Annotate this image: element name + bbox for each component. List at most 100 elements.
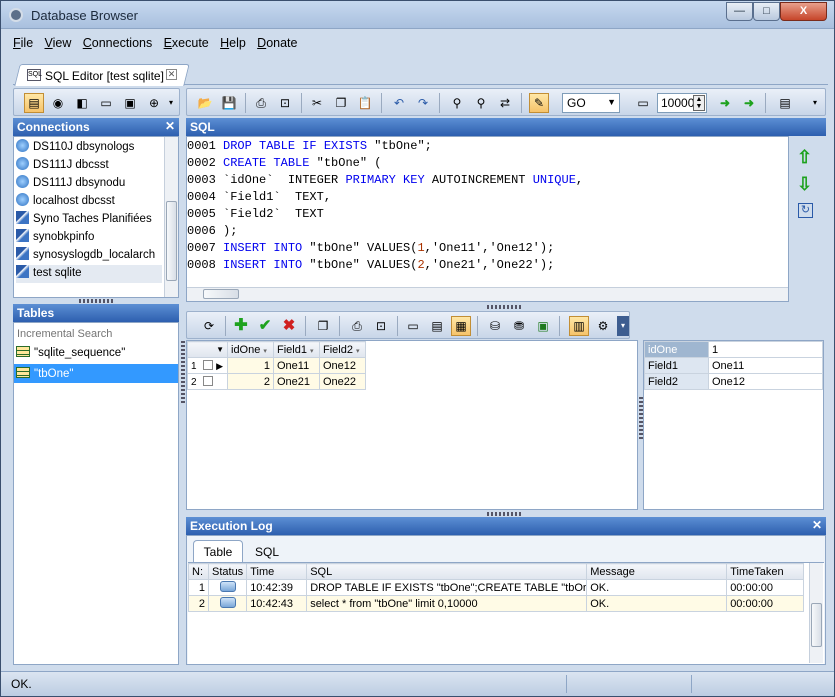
menu-donate[interactable]: Donate [257,36,297,50]
results-grid: ▼ idOne ▾ Field1 ▾ Field2 ▾ 1 ▶ 1 One11 … [186,340,638,510]
connection-item[interactable]: DS111J dbcsst [16,157,162,175]
column-header[interactable]: Field1 ▾ [273,341,320,358]
add-connection-icon[interactable]: ⊕ [144,93,164,113]
row-checkbox[interactable] [203,375,214,386]
maximize-button[interactable]: □ [753,2,780,21]
connection-item[interactable]: Syno Taches Planifiées [16,211,162,229]
refresh-results-icon[interactable]: ⟳ [199,316,219,336]
toolbar-overflow-icon[interactable]: ▾ [165,93,177,113]
log-scrollbar[interactable] [809,563,823,663]
log-tab-table[interactable]: Table [193,540,243,562]
undo-icon[interactable]: ↶ [389,93,409,113]
menu-execute[interactable]: Execute [164,36,209,50]
columns-icon[interactable]: ▥ [569,316,589,336]
connection-item-selected[interactable]: test sqlite [16,265,162,283]
close-panel-icon[interactable]: ✕ [165,119,175,133]
connection-item[interactable]: synosyslogdb_localarch [16,247,162,265]
refresh-connection-icon[interactable]: ◉ [48,93,68,113]
minimize-button[interactable]: — [726,2,753,21]
scroll-thumb[interactable] [811,603,822,647]
row-checkbox[interactable] [203,359,214,370]
execute-all-icon[interactable]: ➜ [739,93,759,113]
close-log-icon[interactable]: ✕ [812,518,822,532]
connect-icon[interactable]: ◧ [72,93,92,113]
new-sql-button[interactable]: ▤ [24,93,44,113]
column-header[interactable]: idOne ▾ [227,341,274,358]
row-limit-input[interactable]: 10000 ▲ ▼ [657,93,707,113]
limit-icon[interactable]: ▭ [633,93,653,113]
move-down-icon[interactable]: ⇩ [797,174,812,195]
table-item-selected[interactable]: "tbOne" [14,364,178,383]
cut-icon[interactable]: ✂ [307,93,327,113]
excel-export-icon[interactable]: ▣ [533,316,553,336]
refresh-icon[interactable]: ↻ [798,203,813,218]
delete-row-icon[interactable]: ✖ [279,316,299,336]
record-row[interactable]: Field2 One12 [644,373,823,390]
find-icon[interactable]: ⚲ [447,93,467,113]
column-header[interactable]: Time [246,563,308,580]
copy-icon[interactable]: ❐ [331,93,351,113]
record-row[interactable]: Field1 One11 [644,357,823,374]
connection-item[interactable]: DS110J dbsynologs [16,139,162,157]
menu-help[interactable]: Help [220,36,246,50]
column-header[interactable]: Field2 ▾ [319,341,366,358]
edit-connection-icon[interactable]: ▣ [120,93,140,113]
print-icon[interactable]: ⎙ [251,93,271,113]
settings-icon[interactable]: ⚙ [593,316,613,336]
open-file-icon[interactable]: 📂 [195,93,215,113]
column-header[interactable]: Message [586,563,728,580]
redo-icon[interactable]: ↷ [413,93,433,113]
menu-file[interactable]: File [13,36,33,50]
toolbar-overflow-icon-3[interactable]: ▾ [617,316,629,336]
execute-mode-select[interactable]: GO ▼ [562,93,620,113]
menu-view[interactable]: View [45,36,72,50]
connection-item[interactable]: localhost dbcsst [16,193,162,211]
column-header[interactable]: SQL [306,563,588,580]
grid-view-icon[interactable]: ▦ [451,316,471,336]
record-row[interactable]: idOne 1 [644,341,823,358]
spinner-icon[interactable]: ▲ ▼ [693,95,705,111]
preview-results-icon[interactable]: ⊡ [371,316,391,336]
menu-connections[interactable]: Connections [83,36,153,50]
connection-item[interactable]: synobkpinfo [16,229,162,247]
log-tab-sql[interactable]: SQL [255,545,279,559]
find-next-icon[interactable]: ⚲ [471,93,491,113]
sql-options-icon[interactable]: ▤ [775,93,795,113]
tab-close-icon[interactable]: ✕ [166,69,177,80]
close-button[interactable]: X [780,2,827,21]
move-up-icon[interactable]: ⇧ [797,147,812,168]
print-preview-icon[interactable]: ⊡ [275,93,295,113]
select-all-icon[interactable]: ▼ [187,341,228,358]
format-sql-icon[interactable]: ✎ [529,93,549,113]
execute-icon[interactable]: ➜ [715,93,735,113]
copy-rows-icon[interactable]: ❐ [313,316,333,336]
incremental-search-input[interactable] [15,325,177,343]
properties-icon[interactable]: ▭ [96,93,116,113]
export-icon[interactable]: ⛃ [509,316,529,336]
scroll-thumb[interactable] [166,201,177,281]
scroll-thumb[interactable] [203,289,239,299]
print-results-icon[interactable]: ⎙ [347,316,367,336]
table-row[interactable]: 1 ▶ 1 One11 One12 [187,357,366,374]
form-view-icon[interactable]: ▤ [427,316,447,336]
field-icon[interactable]: ▭ [403,316,423,336]
table-item[interactable]: "sqlite_sequence" [16,344,178,362]
column-header[interactable]: N: [188,563,209,580]
commit-icon[interactable]: ✔ [255,316,275,336]
table-row[interactable]: 2 2 One21 One22 [187,373,366,390]
save-icon[interactable]: 💾 [219,93,239,113]
log-row[interactable]: 1 10:42:39 DROP TABLE IF EXISTS "tbOne";… [188,579,804,596]
execution-log-title: Execution Log [190,519,273,533]
code-line: 0003 `idOne` INTEGER PRIMARY KEY AUTOINC… [187,173,584,187]
replace-icon[interactable]: ⇄ [495,93,515,113]
toolbar-overflow-icon-2[interactable]: ▾ [809,93,821,113]
column-header[interactable]: TimeTaken [726,563,804,580]
export-db-icon[interactable]: ⛁ [485,316,505,336]
add-row-icon[interactable]: ✚ [231,316,251,336]
sql-hscrollbar[interactable] [187,287,788,301]
connection-item[interactable]: DS111J dbsynodu [16,175,162,193]
paste-icon[interactable]: 📋 [355,93,375,113]
column-header[interactable]: Status [207,563,248,580]
log-row[interactable]: 2 10:42:43 select * from "tbOne" limit 0… [188,595,804,612]
connections-scrollbar[interactable] [164,137,178,297]
